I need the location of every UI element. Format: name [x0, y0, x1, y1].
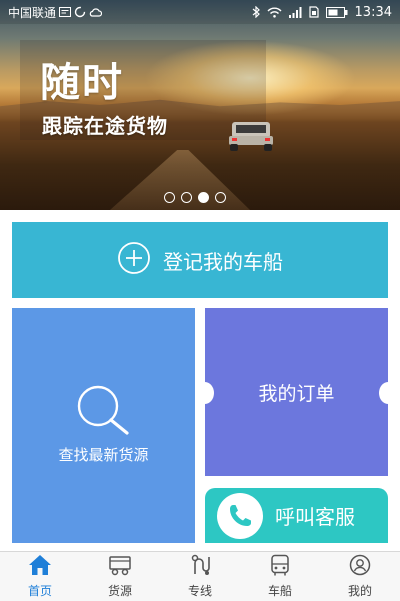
- find-cargo-button[interactable]: 查找最新货源: [12, 308, 195, 543]
- nav-item-vehicle[interactable]: 车船: [240, 552, 320, 601]
- nav-label-profile: 我的: [347, 584, 372, 598]
- bottom-nav: 首页 货源 专线 车船 我的: [0, 551, 400, 601]
- clock: 13:34: [354, 4, 392, 20]
- find-cargo-label: 查找最新货源: [58, 446, 149, 464]
- phone-icon: [217, 492, 263, 539]
- sync-icon: [74, 6, 86, 18]
- add-circle-icon: [117, 241, 151, 280]
- carousel-dot[interactable]: [215, 192, 226, 203]
- nav-label-route: 专线: [187, 584, 212, 598]
- carousel-dot[interactable]: [164, 192, 175, 203]
- register-label: 登记我的车船: [163, 249, 283, 274]
- carousel-dot[interactable]: [181, 192, 192, 203]
- my-orders-button[interactable]: 我的订单: [196, 308, 397, 476]
- vehicle-icon: [269, 554, 291, 580]
- bluetooth-icon: [252, 6, 260, 18]
- nav-label-vehicle: 车船: [267, 584, 292, 598]
- battery-icon: [325, 6, 348, 18]
- vehicle-photo: [229, 122, 273, 151]
- hero-banner[interactable]: 中国联通 13:34 随时 跟踪在途货物: [0, 0, 400, 210]
- signal-icon: [288, 6, 302, 18]
- home-icon: [28, 554, 52, 580]
- cargo-icon: [107, 554, 133, 580]
- profile-icon: [348, 554, 372, 580]
- nav-item-profile[interactable]: 我的: [320, 552, 400, 601]
- my-orders-label: 我的订单: [258, 382, 335, 405]
- carousel-dot-active[interactable]: [198, 192, 209, 203]
- banner-subtitle: 跟踪在途货物: [42, 114, 168, 138]
- message-icon: [59, 7, 72, 17]
- search-icon: [74, 384, 134, 440]
- carousel-indicators: [164, 192, 226, 203]
- carrier-name: 中国联通: [8, 5, 57, 20]
- banner-title: 随时: [40, 60, 124, 106]
- register-vehicle-button[interactable]: 登记我的车船: [12, 222, 388, 298]
- status-bar: 中国联通 13:34: [0, 0, 400, 24]
- wifi-icon: [267, 7, 282, 18]
- ticket-notch-right: [379, 382, 397, 404]
- nav-label-cargo: 货源: [107, 584, 132, 598]
- cloud-icon: [89, 7, 103, 17]
- call-service-button[interactable]: 呼叫客服: [205, 488, 388, 543]
- route-icon: [188, 554, 212, 580]
- nav-item-home[interactable]: 首页: [0, 552, 80, 601]
- ticket-notch-left: [196, 382, 214, 404]
- nav-label-home: 首页: [27, 584, 52, 598]
- nav-item-route[interactable]: 专线: [160, 552, 240, 601]
- nav-item-cargo[interactable]: 货源: [80, 552, 160, 601]
- sim-icon: [308, 6, 319, 18]
- call-service-label: 呼叫客服: [275, 505, 355, 529]
